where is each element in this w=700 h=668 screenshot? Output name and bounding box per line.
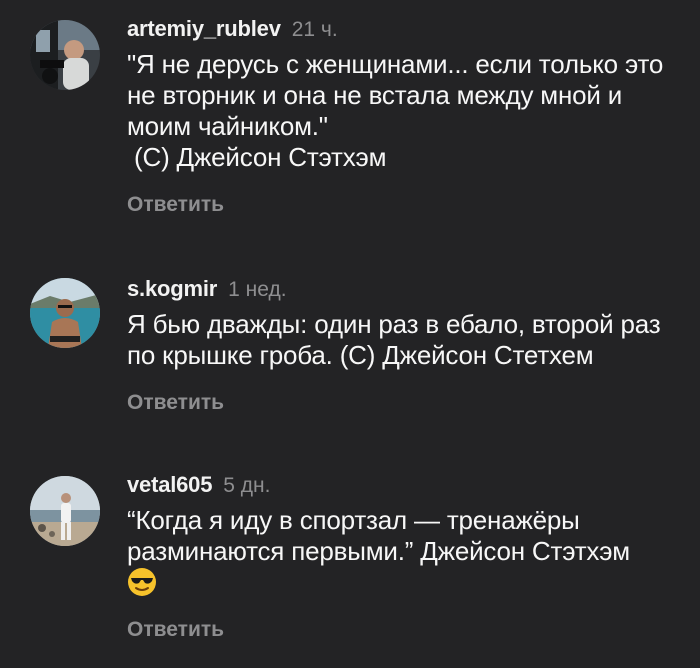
comment-username[interactable]: artemiy_rublev bbox=[127, 16, 281, 41]
comment-text: Я бью дважды: один раз в ебало, второй р… bbox=[127, 309, 668, 370]
reply-button[interactable]: Ответить bbox=[127, 391, 224, 415]
avatar-photo-icon bbox=[30, 20, 100, 90]
comment-username[interactable]: vetal605 bbox=[127, 472, 212, 497]
comment-text: "Я не дерусь с женщинами... если только … bbox=[127, 49, 664, 172]
user-avatar[interactable] bbox=[30, 20, 100, 90]
comment-text-content: “Когда я иду в спортзал — тренажёры разм… bbox=[127, 505, 630, 566]
avatar-photo-icon bbox=[30, 278, 100, 348]
user-avatar[interactable] bbox=[30, 476, 100, 546]
reply-button[interactable]: Ответить bbox=[127, 193, 224, 217]
comment-time: 1 нед. bbox=[228, 278, 287, 301]
reply-button[interactable]: Ответить bbox=[127, 618, 224, 642]
comment-time: 5 дн. bbox=[223, 474, 271, 497]
comment-username[interactable]: s.kogmir bbox=[127, 276, 217, 301]
sunglasses-emoji-icon bbox=[127, 567, 157, 597]
comment-text: “Когда я иду в спортзал — тренажёры разм… bbox=[127, 505, 692, 600]
avatar-photo-icon bbox=[30, 476, 100, 546]
comment-time: 21 ч. bbox=[291, 18, 338, 41]
user-avatar[interactable] bbox=[30, 278, 100, 348]
